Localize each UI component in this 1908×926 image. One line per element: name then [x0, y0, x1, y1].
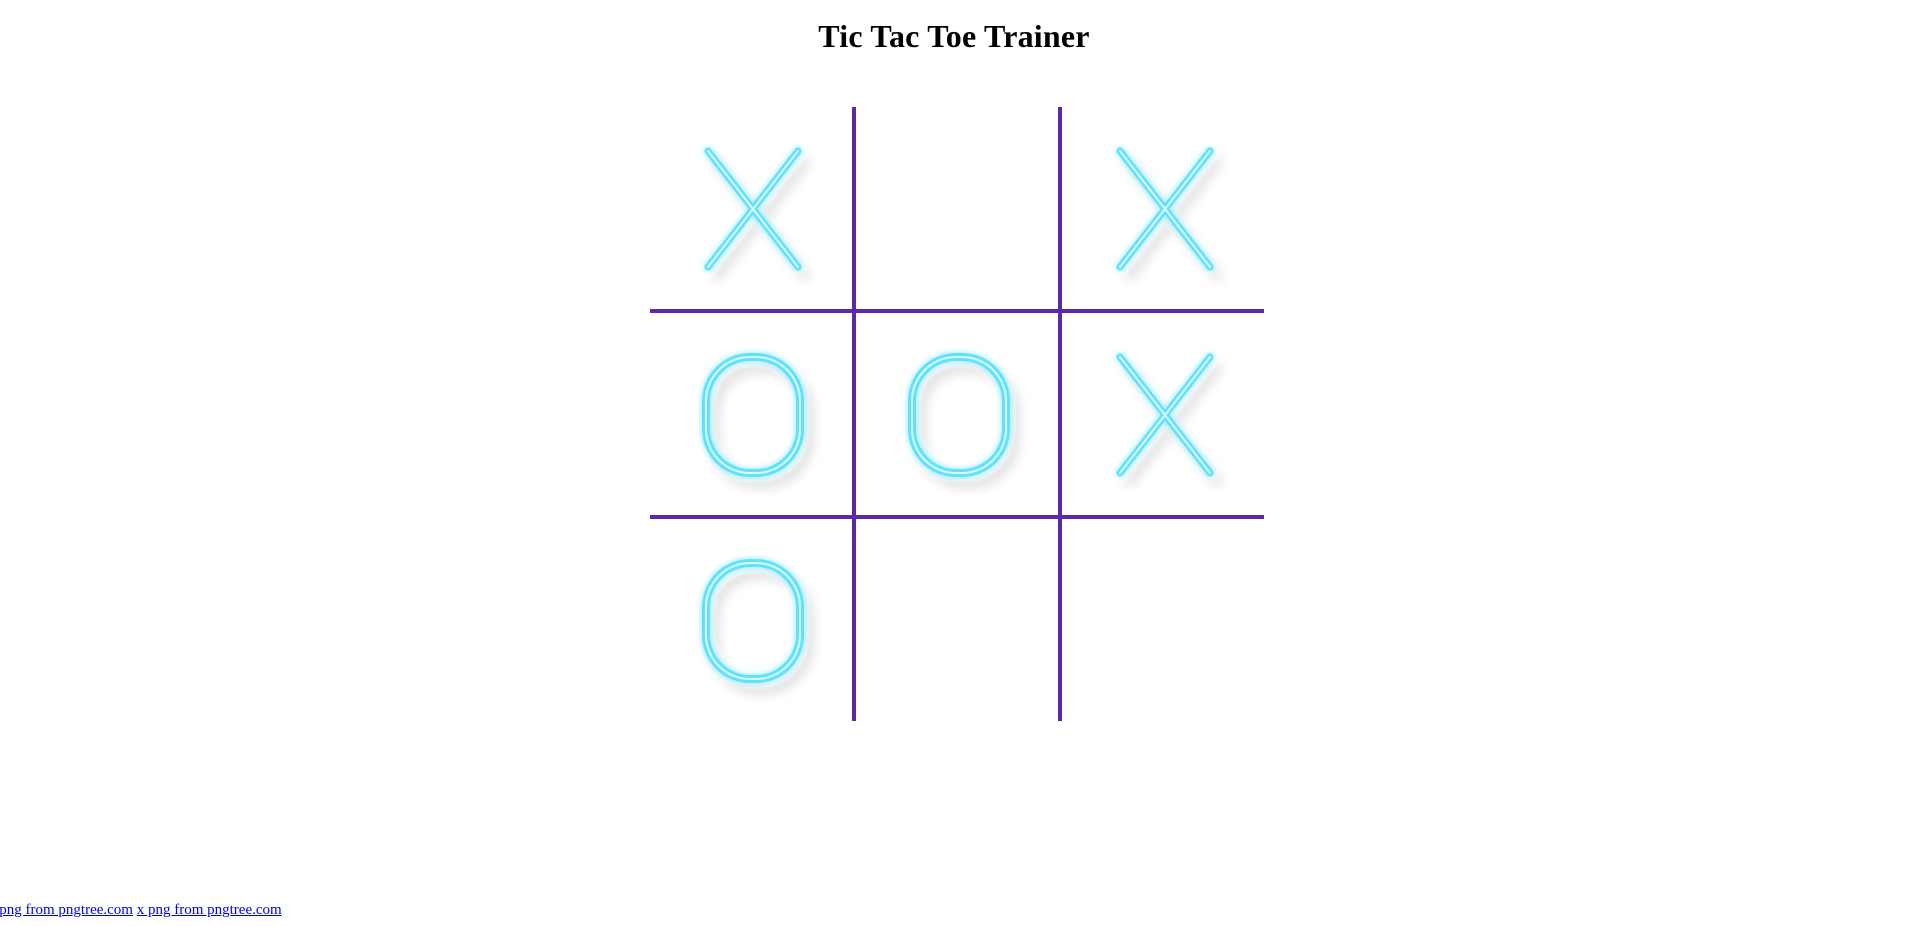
page-title: Tic Tac Toe Trainer [818, 18, 1090, 54]
x-mark-icon [1110, 353, 1220, 477]
board-cell-9[interactable] [1062, 519, 1266, 723]
board-cell-2[interactable] [856, 107, 1060, 311]
x-mark-icon [1110, 147, 1220, 271]
board-cell-1[interactable] [650, 107, 854, 311]
board-cell-4[interactable] [650, 313, 854, 517]
board-cell-8[interactable] [856, 519, 1060, 723]
game-board [650, 107, 1264, 721]
o-mark-icon [904, 353, 1014, 477]
credit-link-x[interactable]: x png from pngtree.com [137, 902, 282, 918]
page: Tic Tac Toe Trainer o png from pngtree.c… [0, 0, 1908, 926]
x-mark-icon [698, 147, 808, 271]
image-credits: o png from pngtree.com x png from pngtre… [0, 902, 282, 919]
board-cell-7[interactable] [650, 519, 854, 723]
board-cell-5[interactable] [856, 313, 1060, 517]
credit-link-o[interactable]: o png from pngtree.com [0, 902, 133, 918]
o-mark-icon [698, 559, 808, 683]
o-mark-icon [698, 353, 808, 477]
board-cell-3[interactable] [1062, 107, 1266, 311]
board-cell-6[interactable] [1062, 313, 1266, 517]
